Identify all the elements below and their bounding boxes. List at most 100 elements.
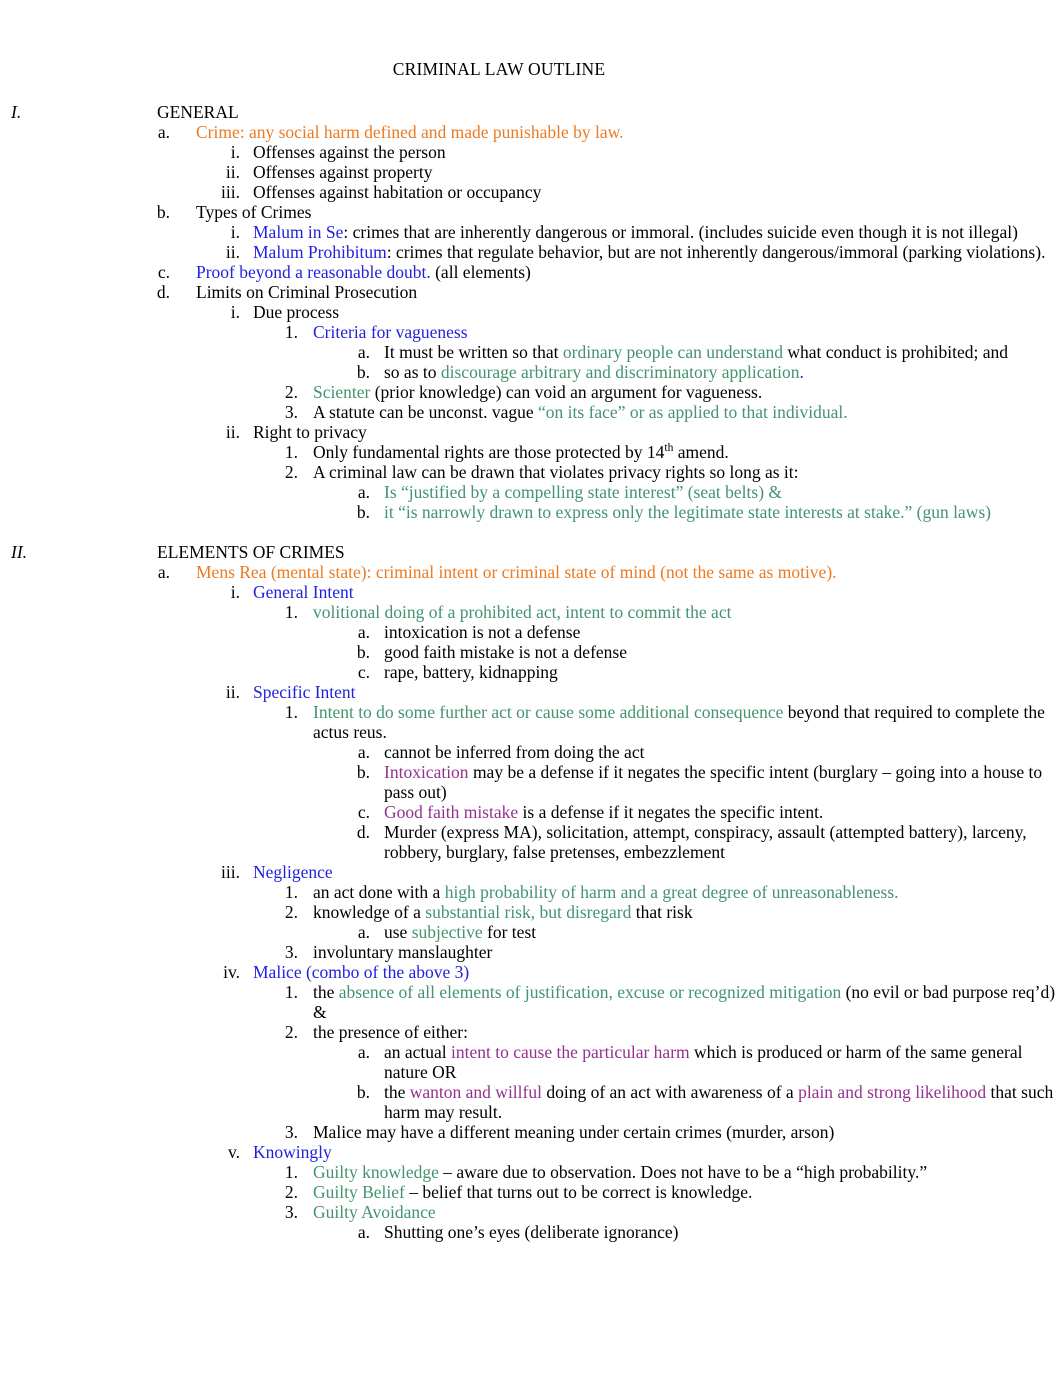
outline-marker: 1. (284, 601, 298, 622)
outline-item-II-a-v-3: 3. Guilty Avoidance (0, 1202, 1062, 1222)
outline-item-I-b-ii: ii. Malum Prohibitum: crimes that regula… (0, 242, 1062, 262)
outline-text: it “is narrowly drawn to express only th… (384, 501, 991, 522)
outline-marker: i. (230, 581, 240, 602)
highlight-wanton-willful: wanton and willful (409, 1081, 542, 1102)
outline-marker: ii. (225, 421, 240, 442)
outline-item-II-a-i-1-b: b. good faith mistake is not a defense (0, 642, 1062, 662)
outline-text: Guilty knowledge – aware due to observat… (298, 1162, 1062, 1182)
term-mens-rea: Mens Rea (mental state): (196, 561, 372, 582)
term-crime-def: any social harm defined and made punisha… (244, 121, 624, 142)
outline-text: Is “justified by a compelling state inte… (384, 481, 783, 502)
outline-marker: 3. (284, 1201, 298, 1222)
outline-item-I-d-ii-2-a: a. Is “justified by a compelling state i… (0, 482, 1062, 502)
outline-marker: 1. (284, 881, 298, 902)
outline-marker: c. (357, 801, 370, 822)
highlight-high-probability: high probability of harm and a great deg… (444, 881, 899, 902)
highlight-absence-elements: absence of all elements of justification… (338, 981, 842, 1002)
text-post: what conduct is prohibited; and (783, 341, 1009, 362)
outline-item-I-d-i-3: 3. A statute can be unconst. vague “on i… (0, 402, 1062, 422)
outline-marker: a. (357, 921, 370, 942)
outline-text: ELEMENTS OF CRIMES (157, 541, 345, 562)
outline-text: Offenses against habitation or occupancy (253, 181, 542, 202)
outline-marker: 3. (284, 1121, 298, 1142)
outline-item-I: I. GENERAL (0, 102, 1062, 122)
outline-text: good faith mistake is not a defense (384, 641, 627, 662)
outline-marker: iv. (223, 961, 240, 982)
highlight-intent-particular-harm: intent to cause the particular harm (451, 1041, 690, 1062)
outline-marker: b. (356, 641, 370, 662)
highlight-good-faith-mistake: Good faith mistake (384, 801, 519, 822)
outline-marker: ii. (225, 681, 240, 702)
outline-text: GENERAL (157, 101, 239, 122)
text-pre: It must be written so that (384, 341, 563, 362)
highlight-guilty-belief: Guilty Belief (313, 1181, 405, 1202)
outline-marker: iii. (221, 861, 240, 882)
outline-text: involuntary manslaughter (313, 941, 493, 962)
outline-marker: a. (357, 621, 370, 642)
outline-marker: b. (356, 361, 370, 382)
outline-marker: II. (11, 541, 28, 562)
outline-text: A statute can be unconst. vague “on its … (298, 402, 1062, 422)
outline-text: volitional doing of a prohibited act, in… (313, 601, 732, 622)
outline-item-II-a-ii: ii. Specific Intent (0, 682, 1062, 702)
outline-text: so as to discourage arbitrary and discri… (370, 362, 1062, 382)
outline-item-II-a-i: i. General Intent (0, 582, 1062, 602)
outline-marker: i. (230, 141, 240, 162)
text-post: for test (482, 921, 537, 942)
outline-item-II-a-v: v. Knowingly (0, 1142, 1062, 1162)
outline-text: the presence of either: (313, 1021, 468, 1042)
outline-item-II-a-iii-2: 2. knowledge of a substantial risk, but … (0, 902, 1062, 922)
outline-item-I-d-i-2: 2. Scienter (prior knowledge) can void a… (0, 382, 1062, 402)
outline-item-II-a-iv-2-b: b. the wanton and willful doing of an ac… (0, 1082, 1062, 1122)
outline-marker: 2. (284, 1021, 298, 1042)
text-pre: the (384, 1081, 410, 1102)
outline-text: Offenses against the person (253, 141, 446, 162)
outline-text: Guilty Avoidance (313, 1201, 436, 1222)
outline-text: Good faith mistake is a defense if it ne… (370, 802, 1062, 822)
outline-text: Criteria for vagueness (313, 321, 468, 342)
outline-text: Offenses against property (253, 161, 433, 182)
highlight-guilty-knowledge: Guilty knowledge (313, 1161, 439, 1182)
outline-item-I-a-i: i. Offenses against the person (0, 142, 1062, 162)
outline-marker: b. (356, 761, 370, 782)
text-pre: an actual (384, 1041, 452, 1062)
text-rest: is a defense if it negates the specific … (518, 801, 824, 822)
outline-text: Intent to do some further act or cause s… (298, 702, 1062, 742)
outline-marker: 1. (284, 701, 298, 722)
term-malum-prohibitum: Malum Prohibitum (253, 241, 387, 262)
highlight-plain-strong-likelihood: plain and strong likelihood (798, 1081, 987, 1102)
outline-item-II-a-iv-2: 2. the presence of either: (0, 1022, 1062, 1042)
outline-item-I-a-iii: iii. Offenses against habitation or occu… (0, 182, 1062, 202)
highlight-discourage-arbitrary: discourage arbitrary and discriminatory … (440, 361, 800, 382)
outline-text: Crime: any social harm defined and made … (170, 122, 1062, 142)
outline-item-I-d-i: i. Due process (0, 302, 1062, 322)
outline-marker: a. (357, 341, 370, 362)
text-post: that risk (631, 901, 693, 922)
outline-marker: 2. (284, 901, 298, 922)
outline-text: Limits on Criminal Prosecution (196, 281, 418, 302)
outline-marker: 2. (284, 461, 298, 482)
outline-item-II-a-iv-2-a: a. an actual intent to cause the particu… (0, 1042, 1062, 1082)
outline-text: an actual intent to cause the particular… (370, 1042, 1062, 1082)
outline-marker: 1. (284, 441, 298, 462)
outline-text: Malice (combo of the above 3) (253, 961, 470, 982)
outline-text: Proof beyond a reasonable doubt. (all el… (170, 262, 1062, 282)
outline-text: A criminal law can be drawn that violate… (313, 461, 799, 482)
outline-text: Mens Rea (mental state): criminal intent… (170, 562, 1062, 582)
outline-item-II-a-i-1-a: a. intoxication is not a defense (0, 622, 1062, 642)
text-pre: an act done with a (313, 881, 445, 902)
outline-item-II-a-ii-1-d: d. Murder (express MA), solicitation, at… (0, 822, 1062, 862)
outline-text: use subjective for test (370, 922, 1062, 942)
outline-text: It must be written so that ordinary peop… (370, 342, 1062, 362)
highlight-intoxication: Intoxication (384, 761, 469, 782)
term-crime: Crime: (196, 121, 245, 142)
page-title: CRIMINAL LAW OUTLINE (392, 59, 606, 79)
text-rest: – aware due to observation. Does not hav… (438, 1161, 928, 1182)
outline-marker: c. (157, 261, 170, 282)
outline-marker: a. (357, 1221, 370, 1242)
outline-text: cannot be inferred from doing the act (384, 741, 645, 762)
outline-item-I-d: d. Limits on Criminal Prosecution (0, 282, 1062, 302)
outline-text: Malice may have a different meaning unde… (313, 1121, 835, 1142)
outline-text: the wanton and willful doing of an act w… (370, 1082, 1062, 1122)
text-pre: use (384, 921, 412, 942)
